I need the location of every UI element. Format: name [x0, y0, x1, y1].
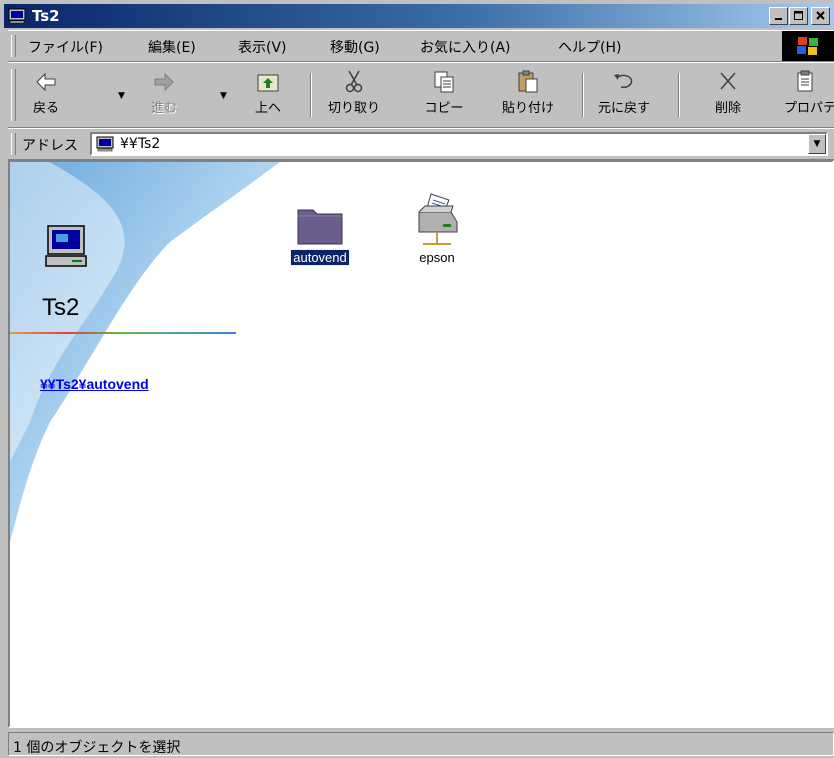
address-value: ¥¥Ts2 [120, 136, 161, 152]
sidebar-title: Ts2 [42, 294, 80, 321]
paste-button[interactable]: 貼り付け [498, 69, 558, 123]
title-bar[interactable]: Ts2 [4, 4, 834, 28]
printer-icon [418, 193, 458, 245]
folder-view[interactable]: Ts2 ¥¥Ts2¥autovend autovend epson [8, 160, 834, 728]
sidebar-divider [10, 332, 236, 334]
up-button[interactable]: 上へ [238, 69, 298, 123]
properties-icon [797, 70, 813, 92]
forward-dropdown-icon[interactable]: ▼ [220, 91, 227, 101]
cut-button[interactable]: 切り取り [324, 69, 384, 123]
toolbar-separator [310, 73, 312, 117]
computer-icon [8, 8, 26, 24]
back-button[interactable]: 戻る [16, 69, 76, 123]
menu-grip[interactable] [11, 35, 16, 57]
menu-file[interactable]: ファイル(F) [28, 37, 103, 57]
window-title: Ts2 [32, 7, 60, 25]
delete-x-icon [720, 72, 736, 90]
address-label: アドレス [22, 138, 78, 154]
undo-label: 元に戻す [597, 101, 650, 116]
menu-go[interactable]: 移動(G) [330, 37, 380, 57]
toolbar: 戻る ▼ 進む ▼ 上へ 切り取り コピー 貼り付け 元に戻す 削除 プロパテ [8, 62, 834, 128]
close-button[interactable] [811, 7, 830, 25]
forward-arrow-icon [154, 72, 174, 92]
maximize-icon [793, 11, 803, 20]
status-bar: 1 個のオブジェクトを選択 [8, 732, 834, 758]
address-grip[interactable] [11, 133, 16, 155]
sidebar-path-link[interactable]: ¥¥Ts2¥autovend [40, 376, 149, 392]
menu-view[interactable]: 表示(V) [238, 37, 287, 57]
menu-favorites[interactable]: お気に入り(A) [420, 37, 511, 57]
copy-label: コピー [424, 101, 464, 116]
cut-label: 切り取り [327, 101, 380, 116]
delete-button[interactable]: 削除 [698, 69, 758, 123]
copy-button[interactable]: コピー [414, 69, 474, 123]
up-label: 上へ [254, 101, 281, 116]
paste-icon [518, 70, 538, 93]
address-bar: アドレス ¥¥Ts2 ▼ [8, 128, 834, 160]
status-pane: 1 個のオブジェクトを選択 [8, 732, 834, 756]
close-icon [815, 11, 825, 20]
up-folder-icon [257, 74, 279, 92]
file-item-label: epson [419, 250, 455, 265]
windows-logo [782, 31, 834, 61]
menu-bar: ファイル(F) 編集(E) 表示(V) 移動(G) お気に入り(A) ヘルプ(H… [8, 30, 834, 62]
menu-edit[interactable]: 編集(E) [148, 37, 196, 57]
explorer-window: Ts2 ファイル(F) 編集(E) 表示(V) 移動(G) お気に入り(A) ヘ… [0, 0, 834, 758]
file-item-label: autovend [290, 249, 350, 266]
chevron-down-icon: ▼ [813, 139, 821, 149]
computer-icon [96, 136, 114, 152]
properties-button[interactable]: プロパティ [776, 69, 834, 123]
forward-label: 進む [150, 101, 177, 116]
folder-icon [297, 209, 343, 245]
address-input[interactable]: ¥¥Ts2 ▼ [90, 132, 828, 156]
paste-label: 貼り付け [501, 101, 554, 116]
status-text: 1 個のオブジェクトを選択 [13, 740, 181, 756]
menu-help[interactable]: ヘルプ(H) [558, 37, 621, 57]
maximize-button[interactable] [789, 7, 808, 25]
minimize-icon [774, 18, 782, 20]
scissors-icon [345, 70, 363, 93]
undo-icon [614, 74, 633, 89]
minimize-button[interactable] [769, 7, 788, 25]
windows-flag-icon [797, 37, 818, 55]
toolbar-separator [582, 73, 584, 117]
properties-label: プロパティ [784, 101, 834, 116]
copy-icon [434, 71, 454, 93]
back-arrow-icon [36, 72, 56, 92]
file-item-epson[interactable]: epson [402, 192, 472, 266]
my-computer-icon [45, 225, 87, 267]
back-dropdown-icon[interactable]: ▼ [118, 91, 125, 101]
file-item-autovend[interactable]: autovend [280, 204, 360, 266]
undo-button[interactable]: 元に戻す [594, 69, 654, 123]
forward-button[interactable]: 進む [134, 69, 194, 123]
delete-label: 削除 [714, 101, 741, 116]
toolbar-separator [678, 73, 680, 117]
address-dropdown-button[interactable]: ▼ [808, 134, 826, 154]
back-label: 戻る [32, 101, 59, 116]
